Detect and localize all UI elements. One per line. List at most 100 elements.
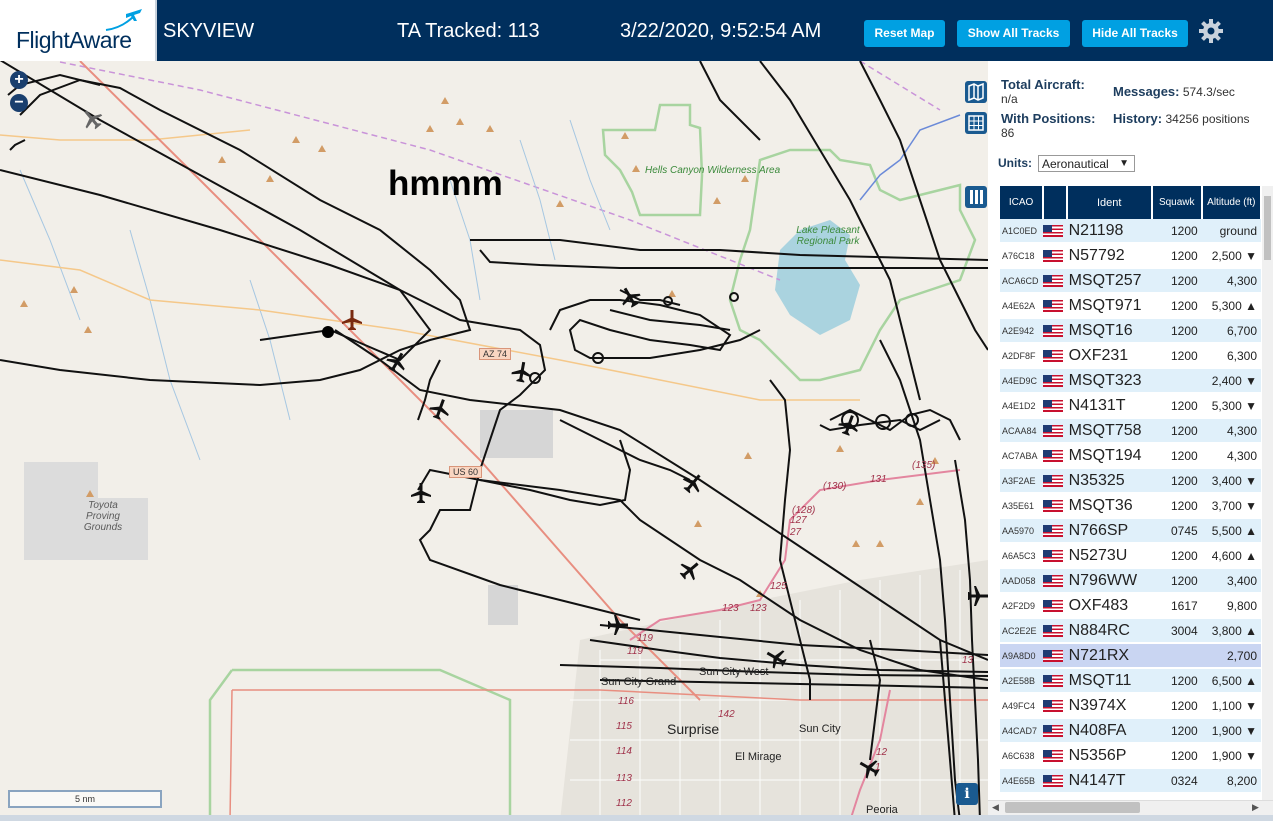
us-flag-icon [1043, 675, 1064, 688]
flag-cell [1043, 493, 1067, 519]
map-layers-icon[interactable] [965, 81, 987, 103]
us-flag-icon [1043, 300, 1064, 313]
us-flag-icon [1043, 650, 1064, 663]
scroll-left-icon[interactable]: ◀ [992, 802, 999, 813]
label-surprise: Surprise [667, 721, 720, 737]
icao-cell: A35E61 [1000, 493, 1044, 519]
vertical-scrollbar[interactable] [1262, 186, 1273, 801]
us-flag-icon [1043, 425, 1064, 438]
datetime: 3/22/2020, 9:52:54 AM [620, 20, 822, 42]
table-row[interactable]: A76C18 N57792 1200 2,500 ▼ [1000, 243, 1261, 269]
altitude-cell: 1,900 ▼ [1201, 718, 1261, 744]
squawk-cell: 1200 [1151, 743, 1202, 769]
us-flag-icon [1043, 575, 1064, 588]
label-az74: AZ 74 [479, 348, 512, 360]
column-flag[interactable] [1043, 186, 1068, 219]
info-button[interactable]: i [956, 783, 978, 805]
table-row[interactable]: A2E942 MSQT16 1200 6,700 [1000, 318, 1261, 344]
road-number: 12 [876, 747, 888, 758]
table-row[interactable]: A2DF8F OXF231 1200 6,300 [1000, 343, 1261, 369]
icao-cell: AC7ABA [1000, 443, 1044, 469]
road-number: 113 [616, 773, 632, 784]
bottom-edge [0, 815, 1273, 821]
table-row[interactable]: A4E65B N4147T 0324 8,200 [1000, 768, 1261, 794]
zoom-out-button[interactable]: − [10, 94, 28, 112]
map-annotation: hmmm [388, 164, 503, 203]
icao-cell: A2E942 [1000, 318, 1044, 344]
us-flag-icon [1043, 550, 1064, 563]
us-flag-icon [1043, 375, 1064, 388]
altitude-cell: 4,300 [1201, 418, 1261, 444]
altitude-cell: 2,400 ▼ [1201, 368, 1261, 394]
ident-cell: N884RC [1066, 618, 1152, 644]
table-row[interactable]: A4CAD7 N408FA 1200 1,900 ▼ [1000, 718, 1261, 744]
icao-cell: A6C638 [1000, 743, 1044, 769]
table-row[interactable]: AA5970 N766SP 0745 5,500 ▲ [1000, 518, 1261, 544]
flag-cell [1043, 393, 1067, 419]
column-icao[interactable]: ICAO [1000, 186, 1045, 219]
table-row[interactable]: A3F2AE N35325 1200 3,400 ▼ [1000, 468, 1261, 494]
icao-cell: A2DF8F [1000, 343, 1044, 369]
table-row[interactable]: ACA6CD MSQT257 1200 4,300 [1000, 268, 1261, 294]
squawk-cell: 3004 [1151, 618, 1202, 644]
road-number: 116 [618, 696, 634, 707]
table-row[interactable]: A4E62A MSQT971 1200 5,300 ▲ [1000, 293, 1261, 319]
column-squawk[interactable]: Squawk [1151, 186, 1203, 219]
squawk-cell: 0745 [1151, 518, 1202, 544]
show-all-tracks-button[interactable]: Show All Tracks [957, 20, 1070, 47]
road-number: 13 [962, 655, 974, 666]
table-row[interactable]: AC7ABA MSQT194 1200 4,300 [1000, 443, 1261, 469]
us-flag-icon [1043, 475, 1064, 488]
units-select[interactable]: Aeronautical ▼ [1038, 155, 1135, 172]
vertical-scrollbar-thumb[interactable] [1264, 196, 1271, 260]
table-row[interactable]: A2E58B MSQT11 1200 6,500 ▲ [1000, 668, 1261, 694]
column-altitude[interactable]: Altitude (ft) [1201, 186, 1263, 219]
columns-toggle-icon[interactable] [965, 186, 987, 208]
table-row[interactable]: ACAA84 MSQT758 1200 4,300 [1000, 418, 1261, 444]
horizontal-scrollbar-thumb[interactable] [1005, 802, 1140, 813]
table-row[interactable]: A6A5C3 N5273U 1200 4,600 ▲ [1000, 543, 1261, 569]
flightaware-logo[interactable]: FlightAware [0, 0, 157, 61]
units-label: Units: [998, 156, 1032, 170]
table-row[interactable]: A35E61 MSQT36 1200 3,700 ▼ [1000, 493, 1261, 519]
scale-bar: 5 nm [8, 790, 162, 808]
altitude-cell: 3,800 ▲ [1201, 618, 1261, 644]
us-flag-icon [1043, 750, 1064, 763]
altitude-cell: 5,300 ▼ [1201, 393, 1261, 419]
zoom-in-button[interactable]: + [10, 71, 28, 89]
table-row[interactable]: A2F2D9 OXF483 1617 9,800 [1000, 593, 1261, 619]
grid-icon[interactable] [965, 112, 987, 134]
ident-cell: MSQT11 [1066, 668, 1152, 694]
with-positions-stat: With Positions: 86 [1001, 112, 1096, 141]
aircraft-table: ICAO Ident Squawk Altitude (ft) A1C0ED N2… [1000, 186, 1263, 794]
ident-cell: N796WW [1066, 568, 1152, 594]
flag-cell [1043, 243, 1067, 269]
table-row[interactable]: AC2E2E N884RC 3004 3,800 ▲ [1000, 618, 1261, 644]
map-view[interactable]: + − hmmm Hells Canyon Wilderness Area La… [0, 61, 988, 821]
table-row[interactable]: A1C0ED N21198 1200 ground [1000, 219, 1261, 244]
hide-all-tracks-button[interactable]: Hide All Tracks [1082, 20, 1188, 47]
dropdown-arrow-icon: ▼ [1119, 158, 1129, 169]
table-row[interactable]: A4E1D2 N4131T 1200 5,300 ▼ [1000, 393, 1261, 419]
flag-cell [1043, 518, 1067, 544]
flag-cell [1043, 318, 1067, 344]
ident-cell: OXF483 [1066, 593, 1152, 619]
column-ident[interactable]: Ident [1066, 186, 1153, 219]
label-sun-city: Sun City [799, 723, 841, 735]
table-row[interactable]: A6C638 N5356P 1200 1,900 ▼ [1000, 743, 1261, 769]
flag-cell [1043, 343, 1067, 369]
road-number: 127 [790, 515, 807, 526]
altitude-cell: 3,400 [1201, 568, 1261, 594]
table-row[interactable]: A49FC4 N3974X 1200 1,100 ▼ [1000, 693, 1261, 719]
gear-icon[interactable] [1198, 18, 1224, 44]
reset-map-button[interactable]: Reset Map [864, 20, 945, 47]
table-row[interactable]: AAD058 N796WW 1200 3,400 [1000, 568, 1261, 594]
table-row[interactable]: A9A8D0 N721RX 2,700 [1000, 643, 1261, 669]
squawk-cell: 1200 [1151, 718, 1202, 744]
scroll-right-icon[interactable]: ▶ [1252, 802, 1259, 813]
icao-cell: A6A5C3 [1000, 543, 1044, 569]
label-el-mirage: El Mirage [735, 751, 782, 763]
road-number: (130) [823, 481, 847, 492]
table-row[interactable]: A4ED9C MSQT323 2,400 ▼ [1000, 368, 1261, 394]
squawk-cell: 1200 [1151, 243, 1202, 269]
